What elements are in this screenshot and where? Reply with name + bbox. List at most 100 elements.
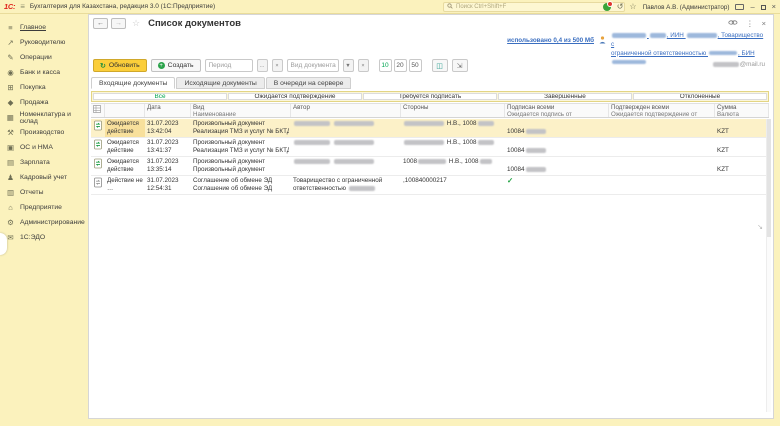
redacted-text xyxy=(612,60,646,65)
redacted-text xyxy=(349,186,375,191)
kind-line: Произвольный документ xyxy=(193,120,289,128)
filter-completed[interactable]: Завершенные xyxy=(498,93,632,100)
edo-icon: ✉ xyxy=(6,233,15,242)
redacted-text xyxy=(650,33,666,38)
page-size-10-button[interactable]: 10 xyxy=(379,59,392,72)
header-confirmed[interactable]: Подтвержден всемиОжидается подтверждение… xyxy=(609,104,715,117)
sidebar-item-edo[interactable]: ✉1С:ЭДО xyxy=(0,230,88,245)
period-picker-button[interactable]: … xyxy=(257,59,268,72)
sidebar-item-sales[interactable]: ◆Продажа xyxy=(0,95,88,110)
text-segment xyxy=(331,139,333,146)
text-segment: , ИИН xyxy=(667,32,686,39)
assets-icon: ▣ xyxy=(6,143,15,152)
vertical-scrollbar[interactable] xyxy=(766,119,771,412)
doc-type-dropdown-icon[interactable]: ▼ xyxy=(343,59,354,72)
sidebar-item-label: Кадровый учет xyxy=(20,174,67,181)
name-line: Реализация ТМЗ и услуг № БКТДП000001 от… xyxy=(193,128,289,136)
current-user[interactable]: Павлов А.В. (Администратор) xyxy=(643,4,730,11)
header-sublabel: Ожидается подпись от xyxy=(507,112,606,117)
sidebar-item-operations[interactable]: ✎Операции xyxy=(0,50,88,65)
list-settings-button[interactable]: ⇲ xyxy=(452,59,468,72)
sidebar-item-bank-cash[interactable]: ◉Банк и касса xyxy=(0,65,88,80)
author-line1 xyxy=(293,139,399,147)
page-size-20-button[interactable]: 20 xyxy=(394,59,407,72)
search-icon xyxy=(447,3,453,11)
header-kind[interactable]: ВидНаименование xyxy=(191,104,291,117)
main-menu-icon[interactable]: ≡ xyxy=(20,2,25,11)
sum-line1 xyxy=(717,139,767,147)
header-sum[interactable]: СуммаВалюта xyxy=(715,104,769,117)
period-clear-button[interactable]: × xyxy=(272,59,283,72)
table-row[interactable]: Ожидается действие31.07.202313:42:04Прои… xyxy=(91,119,769,138)
sidebar-item-production[interactable]: ⚒Производство xyxy=(0,125,88,140)
sidebar-collapse-handle[interactable] xyxy=(0,233,7,255)
forward-button[interactable]: → xyxy=(111,18,126,29)
sidebar-item-manager[interactable]: ↗Руководителю xyxy=(0,35,88,50)
scroll-corner-icon[interactable]: ↘ xyxy=(757,223,763,231)
favorites-icon[interactable]: ☆ xyxy=(629,3,636,11)
header-icon[interactable] xyxy=(91,104,105,117)
header-date[interactable]: Дата xyxy=(145,104,191,117)
redacted-text xyxy=(478,121,494,126)
display-settings-icon[interactable] xyxy=(735,4,744,10)
sidebar-item-main[interactable]: ≡Главное xyxy=(0,20,88,35)
sidebar-item-hr[interactable]: ♟Кадровый учет xyxy=(0,170,88,185)
minimize-button[interactable]: – xyxy=(750,3,754,11)
tab-outgoing[interactable]: Исходящие документы xyxy=(176,77,264,89)
close-form-icon[interactable]: × xyxy=(762,19,766,28)
document-list-panel: ← → ☆ Список документов ⋮ × использовано… xyxy=(88,14,774,419)
create-button[interactable]: + Создать xyxy=(151,59,201,72)
titlebar: 1С: ≡ Бухгалтерия для Казахстана, редакц… xyxy=(0,0,780,14)
header-parties[interactable]: Стороны xyxy=(401,104,505,117)
more-commands-icon[interactable]: ⋮ xyxy=(746,19,754,28)
filter-awaiting-confirmation[interactable]: Ожидается подтверждение xyxy=(228,93,362,100)
kind-cell: Произвольный документРеализация ТМЗ и ус… xyxy=(191,119,291,137)
sidebar-item-purchase[interactable]: ⊞Покупка xyxy=(0,80,88,95)
sidebar-item-salary[interactable]: ▤Зарплата xyxy=(0,155,88,170)
app-title: Бухгалтерия для Казахстана, редакция 3.0… xyxy=(30,3,215,10)
redacted-text xyxy=(334,121,374,126)
sidebar-item-label: Зарплата xyxy=(20,159,50,166)
sidebar-item-administration[interactable]: ⚙Администрирование xyxy=(0,215,88,230)
parties-line1: 1008 Н.В., 1008 xyxy=(403,158,503,166)
panel-toggle-button[interactable]: ◫ xyxy=(432,59,448,72)
close-window-button[interactable]: × xyxy=(772,3,776,11)
plus-icon: + xyxy=(158,62,165,69)
time-line: 13:41:37 xyxy=(147,147,189,155)
sidebar-item-assets[interactable]: ▣ОС и НМА xyxy=(0,140,88,155)
filter-all[interactable]: Все xyxy=(93,93,227,100)
period-input[interactable]: Период xyxy=(205,59,253,72)
page-size-50-button[interactable]: 50 xyxy=(409,59,422,72)
table-row[interactable]: Ожидается действие31.07.202313:41:37Прои… xyxy=(91,138,769,157)
favorite-star-icon[interactable]: ☆ xyxy=(132,18,140,29)
sum-line1 xyxy=(717,158,767,166)
currency-line: KZT xyxy=(717,166,767,174)
restore-button[interactable] xyxy=(761,5,766,10)
scrollbar-thumb[interactable] xyxy=(767,119,771,237)
storage-usage-link[interactable]: использовано 0,4 из 500 Мб xyxy=(507,37,594,44)
doc-type-input[interactable]: Вид документа xyxy=(287,59,339,72)
home-icon: ≡ xyxy=(6,23,15,32)
back-button[interactable]: ← xyxy=(93,18,108,29)
header-label: Вид xyxy=(193,104,204,111)
header-signed[interactable]: Подписан всемиОжидается подпись от xyxy=(505,104,609,117)
get-link-icon[interactable] xyxy=(728,19,738,28)
tab-server-queue[interactable]: В очереди на сервере xyxy=(266,77,352,89)
doc-type-clear-button[interactable]: × xyxy=(358,59,369,72)
status-cell: Действие не … xyxy=(105,176,145,194)
header-status[interactable] xyxy=(105,104,145,117)
global-search-input[interactable]: Поиск Ctrl+Shift+F xyxy=(443,2,625,12)
refresh-button[interactable]: ↻ Обновить xyxy=(93,59,147,72)
text-segment: ответственностью xyxy=(293,185,348,192)
sidebar-item-enterprise[interactable]: ⌂Предприятие xyxy=(0,200,88,215)
sidebar-item-reports[interactable]: ▥Отчеты xyxy=(0,185,88,200)
header-author[interactable]: Автор xyxy=(291,104,401,117)
history-icon[interactable]: ↺ xyxy=(617,3,624,11)
table-row[interactable]: Действие не …31.07.202312:54:31Соглашени… xyxy=(91,176,769,195)
filter-declined[interactable]: Отклоненные xyxy=(633,93,767,100)
tab-incoming[interactable]: Входящие документы xyxy=(91,77,175,89)
sidebar-item-inventory[interactable]: ▦Номенклатура и склад xyxy=(0,110,88,125)
table-row[interactable]: Ожидается действие31.07.202313:35:14Прои… xyxy=(91,157,769,176)
filter-needs-signing[interactable]: Требуется подписать xyxy=(363,93,497,100)
notifications-icon[interactable] xyxy=(603,3,611,11)
